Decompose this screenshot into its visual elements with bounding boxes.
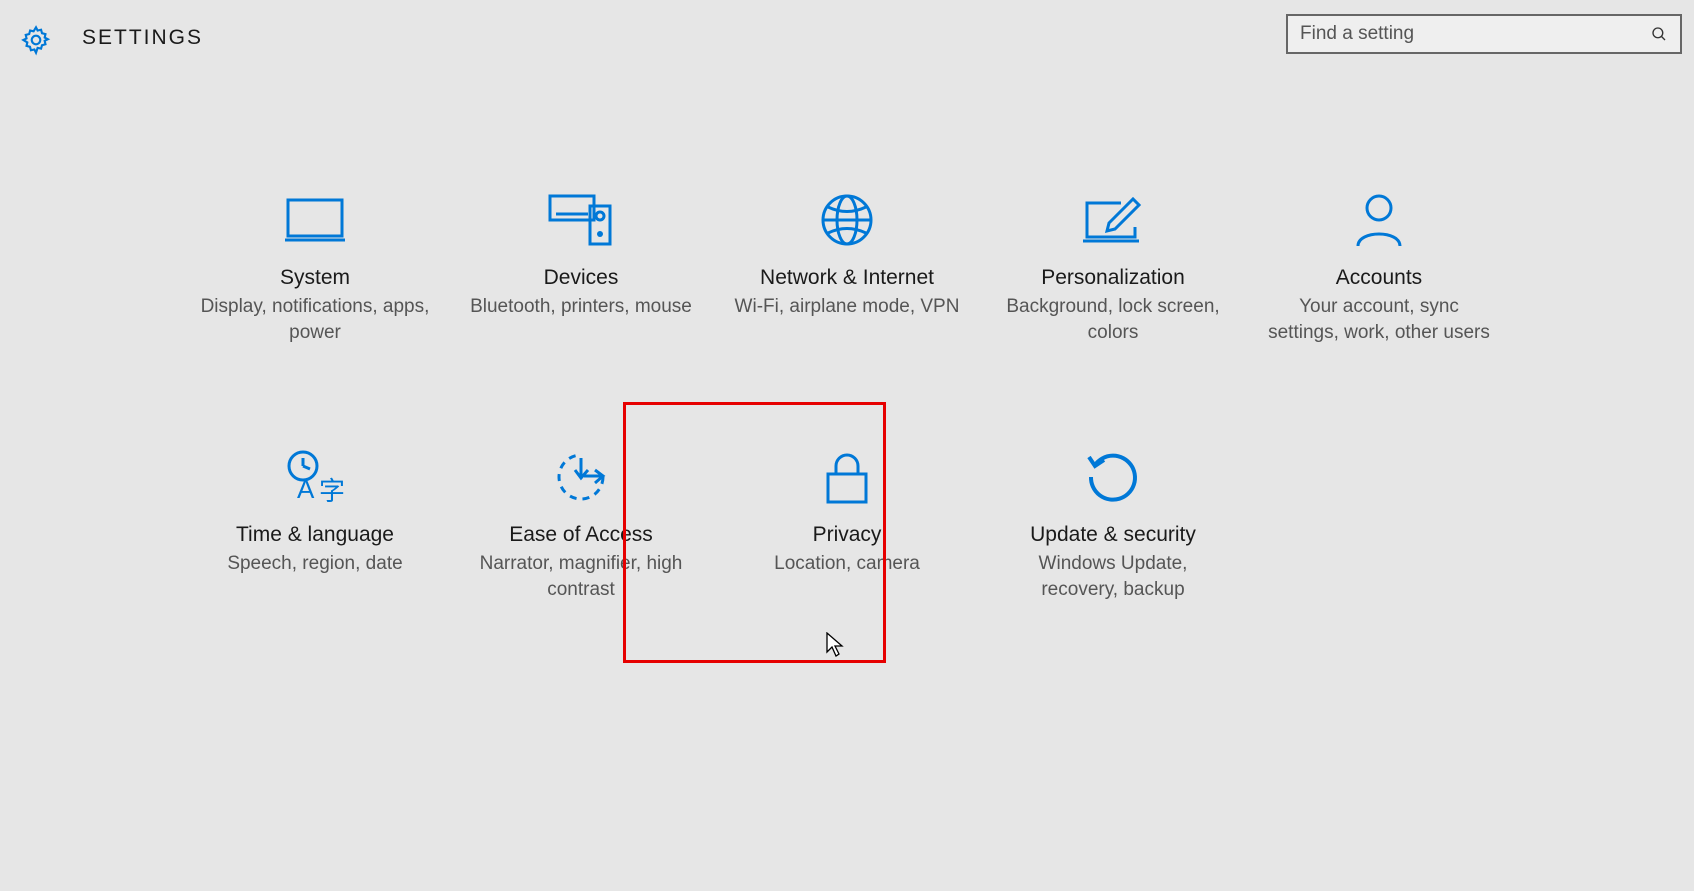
settings-grid: System Display, notifications, apps, pow… [182,178,1512,613]
tile-ease-of-access[interactable]: Ease of Access Narrator, magnifier, high… [448,435,714,612]
tile-devices[interactable]: Devices Bluetooth, printers, mouse [448,178,714,355]
page-title: SETTINGS [82,26,203,50]
tile-title: Update & security [1030,523,1196,547]
tile-title: Network & Internet [760,266,934,290]
settings-grid-wrap: System Display, notifications, apps, pow… [0,178,1694,613]
tile-title: System [280,266,350,290]
tile-privacy[interactable]: Privacy Location, camera [714,435,980,612]
mouse-cursor-icon [826,632,846,658]
display-icon [283,188,347,252]
tile-desc: Display, notifications, apps, power [182,294,448,345]
tile-system[interactable]: System Display, notifications, apps, pow… [182,178,448,355]
globe-icon [819,188,875,252]
lock-icon [822,445,872,509]
time-language-icon: A 字 [283,445,347,509]
tile-desc: Background, lock screen, colors [980,294,1246,345]
svg-text:字: 字 [319,476,345,506]
tile-title: Privacy [813,523,882,547]
search-box[interactable] [1286,14,1682,54]
tile-network[interactable]: Network & Internet Wi-Fi, airplane mode,… [714,178,980,355]
tile-desc: Speech, region, date [209,551,420,577]
tile-accounts[interactable]: Accounts Your account, sync settings, wo… [1246,178,1512,355]
tile-desc: Bluetooth, printers, mouse [452,294,710,320]
tile-desc: Wi-Fi, airplane mode, VPN [717,294,978,320]
tile-desc: Narrator, magnifier, high contrast [448,551,714,602]
tile-update-security[interactable]: Update & security Windows Update, recove… [980,435,1246,612]
tile-title: Devices [544,266,619,290]
tile-title: Personalization [1041,266,1185,290]
update-icon [1085,445,1141,509]
tile-time-language[interactable]: A 字 Time & language Speech, region, date [182,435,448,612]
tile-desc: Your account, sync settings, work, other… [1246,294,1512,345]
person-icon [1354,188,1404,252]
search-icon [1650,25,1668,43]
svg-text:A: A [297,474,315,504]
tile-personalization[interactable]: Personalization Background, lock screen,… [980,178,1246,355]
personalization-icon [1081,188,1145,252]
search-input[interactable] [1300,23,1650,45]
ease-of-access-icon [552,445,610,509]
tile-title: Accounts [1336,266,1422,290]
tile-desc: Windows Update, recovery, backup [980,551,1246,602]
tile-desc: Location, camera [756,551,938,577]
settings-gear-icon [20,24,52,56]
devices-icon [546,188,616,252]
tile-title: Ease of Access [509,523,653,547]
tile-title: Time & language [236,523,394,547]
